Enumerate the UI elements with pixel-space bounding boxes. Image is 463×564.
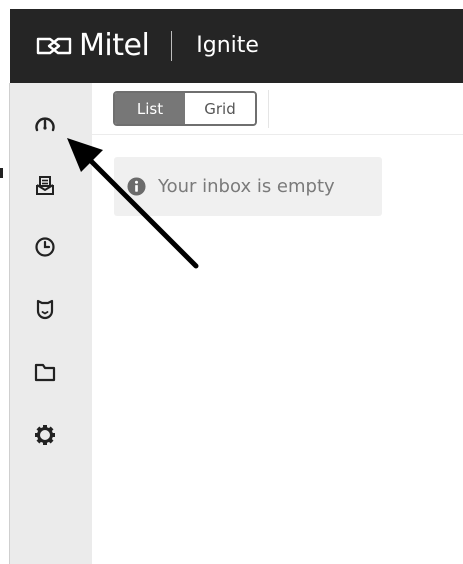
empty-inbox-message: Your inbox is empty — [158, 176, 335, 197]
product-name: Ignite — [196, 33, 259, 58]
mitel-logo-icon — [36, 37, 72, 55]
info-icon — [127, 177, 146, 196]
app-header: Mitel Ignite — [10, 9, 463, 83]
history-icon[interactable] — [33, 235, 57, 259]
brand-logo[interactable]: Mitel — [35, 28, 150, 63]
gear-icon[interactable] — [33, 423, 57, 447]
toolbar-divider — [92, 134, 463, 135]
edge-marker — [0, 168, 3, 178]
badge-icon[interactable] — [33, 297, 57, 321]
list-view-button[interactable]: List — [115, 93, 185, 124]
header-divider — [171, 31, 173, 61]
brand-name: Mitel — [79, 28, 150, 63]
grid-view-button[interactable]: Grid — [185, 93, 255, 124]
toolbar-separator — [268, 90, 269, 128]
dashboard-icon[interactable] — [33, 113, 57, 137]
inbox-icon[interactable] — [33, 174, 57, 198]
empty-inbox-notice: Your inbox is empty — [114, 157, 382, 216]
sidebar — [10, 83, 92, 564]
view-toggle: List Grid — [113, 91, 257, 126]
app-window: Mitel Ignite List Grid Your inbox is emp… — [0, 0, 463, 564]
folder-icon[interactable] — [33, 360, 57, 384]
